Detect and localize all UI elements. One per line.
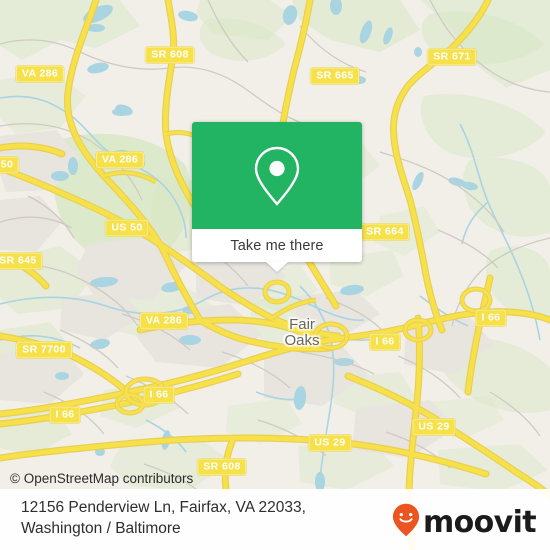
road-shield-us-50-edge: 50 [0, 156, 20, 174]
popup-footer[interactable]: Take me there [192, 229, 362, 272]
road-shield-i-66-mid: I 66 [143, 386, 175, 404]
moovit-map-screen: Fair Oaks VA 286 SR 608 SR 665 SR 671 VA 286… [0, 0, 550, 550]
road-shield-us-50: US 50 [105, 219, 149, 237]
road-shield-va-286-north: VA 286 [15, 65, 65, 83]
road-shield-i-66-center: I 66 [369, 333, 401, 351]
footer-bar: 12156 Penderview Ln, Fairfax, VA 22033, … [0, 489, 550, 550]
road-shield-sr-608-north: SR 608 [145, 46, 195, 64]
address-text: 12156 Penderview Ln, Fairfax, VA 22033, … [21, 499, 306, 537]
road-shield-us-29-right: US 29 [412, 418, 456, 436]
road-shield-sr-608-south: SR 608 [197, 458, 247, 476]
moovit-wordmark: moovit [422, 504, 537, 540]
road-shield-i-66-left: I 66 [49, 406, 81, 424]
osm-attribution[interactable]: © OpenStreetMap contributors [10, 471, 193, 486]
location-pin-icon [253, 145, 301, 207]
map-vector-layer [0, 0, 550, 550]
popup-pointer-tail [266, 262, 288, 272]
location-popup[interactable]: Take me there [192, 122, 362, 272]
map-canvas[interactable]: Fair Oaks VA 286 SR 608 SR 665 SR 671 VA 286… [0, 0, 550, 550]
road-shield-sr-664: SR 664 [360, 223, 410, 241]
road-shield-us-29-left: US 29 [308, 434, 352, 452]
moovit-smiley-pin-icon [392, 503, 420, 542]
road-shield-sr-665: SR 665 [310, 67, 360, 85]
road-shield-i-66-right: I 66 [475, 309, 507, 327]
road-shield-sr-671: SR 671 [427, 48, 477, 66]
moovit-logo[interactable]: moovit [392, 503, 537, 542]
popup-header [192, 122, 362, 229]
road-shield-va-286-south: VA 286 [139, 312, 189, 330]
take-me-there-label: Take me there [230, 237, 324, 254]
road-shield-sr-7700: SR 7700 [16, 341, 72, 359]
road-shield-sr-645: SR 645 [0, 252, 43, 270]
road-shield-va-286-mid: VA 286 [95, 151, 145, 169]
